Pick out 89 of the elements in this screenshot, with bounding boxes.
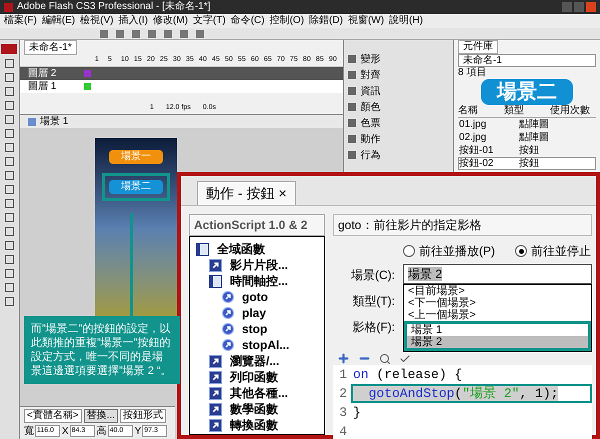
symbol-preview: 場景二 — [481, 79, 574, 105]
action-description: goto：前往影片的指定影格 — [333, 214, 592, 236]
field-label: 影格(F): — [352, 319, 395, 336]
code-line: on (release) { — [352, 366, 464, 384]
arrow-circle-icon — [222, 339, 234, 351]
actions-tab[interactable]: 動作 - 按鈕 × — [197, 181, 296, 205]
arrow-circle-icon — [222, 307, 234, 319]
panel-button[interactable]: 動作 — [348, 132, 450, 146]
arrow-box-icon — [209, 402, 222, 416]
field-label: 場景(C): — [351, 267, 395, 284]
swap-button[interactable]: 替換... — [84, 409, 118, 423]
tree-item[interactable]: 數學函數 — [190, 401, 324, 417]
radio-option[interactable]: 前往並停止 — [515, 242, 591, 260]
menu-item[interactable]: 說明(H) — [389, 15, 423, 27]
arrow-box-icon — [209, 418, 222, 432]
arrow-box-icon — [209, 386, 222, 400]
version-select[interactable]: ActionScript 1.0 & 2 — [189, 214, 325, 236]
dropdown-option[interactable]: 場景 2 — [404, 336, 591, 351]
search-icon[interactable] — [379, 352, 391, 364]
menu-item[interactable]: 編輯(E) — [42, 15, 76, 27]
tree-item[interactable]: goto — [190, 289, 324, 305]
panel-button[interactable]: 變形 — [348, 52, 450, 66]
tree-item[interactable]: 瀏覽器/... — [190, 353, 324, 369]
dropdown-option[interactable]: <下一個場景> — [404, 297, 591, 309]
add-icon[interactable] — [337, 352, 350, 365]
field-label: X — [62, 426, 69, 436]
library-row[interactable]: 按鈕-02 按鈕 — [458, 157, 596, 170]
menu-item[interactable]: 檔案(F) — [4, 15, 37, 27]
check-syntax-icon[interactable] — [399, 352, 411, 364]
menu-item[interactable]: 除錯(D) — [309, 15, 343, 27]
menu-item[interactable]: 命令(C) — [230, 15, 265, 27]
line-number: 1 — [338, 366, 348, 384]
column-header[interactable]: 名稱 — [458, 105, 504, 117]
scene-name: 場景 1 — [40, 116, 68, 128]
library-row[interactable]: 01.jpg 點陣圖 — [458, 118, 596, 131]
tree-item[interactable]: 全域函數 — [190, 241, 324, 257]
line-number: 4 — [338, 423, 348, 439]
panel-button[interactable]: 對齊 — [348, 68, 450, 82]
arrow-circle-icon — [222, 323, 234, 335]
instance-name-field[interactable]: <實體名稱> — [24, 409, 82, 423]
menu-item[interactable]: 檢視(V) — [80, 15, 114, 27]
callout-note: 而”場景二”的按鈕的設定，以此類推的重複”場景一”按鈕的設定方式，唯一不同的是場景這邊選項要選擇”場景 2 “。 — [24, 316, 180, 384]
field-label: Y — [134, 426, 142, 436]
code-line: } — [352, 404, 362, 422]
menu-item[interactable]: 視窗(W) — [348, 15, 384, 27]
menu-item[interactable]: 修改(M) — [152, 15, 188, 27]
line-number: 2 — [338, 385, 348, 403]
panel-button[interactable]: 色票 — [348, 116, 450, 130]
menu-item[interactable]: 文字(T) — [192, 15, 226, 27]
line-number: 3 — [338, 404, 348, 422]
document-tab[interactable]: 未命名-1* — [24, 40, 77, 55]
arrow-box-icon — [209, 370, 222, 384]
radio-option[interactable]: 前往並播放(P) — [403, 242, 495, 260]
panel-button[interactable]: 行為 — [348, 148, 450, 162]
menu-item[interactable]: 插入(I) — [118, 15, 148, 27]
tree-item[interactable]: stopAl... — [190, 337, 324, 353]
tree-item[interactable]: play — [190, 305, 324, 321]
panel-button[interactable]: 資訊 — [348, 84, 450, 98]
tree-item[interactable]: 轉換函數 — [190, 417, 324, 433]
field-label: 類型(T): — [352, 293, 395, 310]
book-icon — [209, 274, 222, 288]
layer-row[interactable]: 圖層 2 — [20, 67, 344, 80]
layer-row[interactable]: 圖層 1 — [20, 80, 344, 93]
close-icon[interactable]: × — [278, 182, 287, 205]
column-header[interactable]: 類型 — [504, 105, 550, 117]
tree-item[interactable]: 影片片段... — [190, 257, 324, 273]
document-select[interactable]: 未命名-1 — [458, 54, 596, 67]
library-row[interactable]: 按鈕-01 按鈕 — [458, 144, 596, 157]
behavior-field[interactable]: 按鈕形式 — [120, 409, 166, 423]
field-label: 寬 — [24, 426, 34, 436]
panel-button[interactable]: 顏色 — [348, 100, 450, 114]
field-label: 高 — [96, 426, 107, 436]
arrow-box-icon — [209, 354, 222, 368]
tree-item[interactable]: stop — [190, 321, 324, 337]
window-title: Adobe Flash CS3 Professional - [未命名-1*] — [17, 1, 210, 13]
arrow-box-icon — [209, 258, 222, 272]
scene-field[interactable]: 場景 2 — [403, 264, 592, 284]
tree-item[interactable]: 時間軸控... — [190, 273, 324, 289]
tree-item[interactable]: 其他各種... — [190, 385, 324, 401]
column-header[interactable]: 使用次數 — [550, 105, 596, 117]
tree-item[interactable]: 列印函數 — [190, 369, 324, 385]
menu-item[interactable]: 控制(O) — [270, 15, 304, 27]
item-count: 8 項目 — [458, 67, 488, 79]
dropdown-option[interactable]: <上一個場景> — [404, 309, 591, 321]
library-row[interactable]: 02.jpg 點陣圖 — [458, 131, 596, 144]
library-tab[interactable]: 元件庫 — [458, 40, 498, 54]
arrow-circle-icon — [222, 291, 234, 303]
book-icon — [196, 242, 209, 256]
dropdown-option[interactable]: <目前場景> — [404, 285, 591, 297]
